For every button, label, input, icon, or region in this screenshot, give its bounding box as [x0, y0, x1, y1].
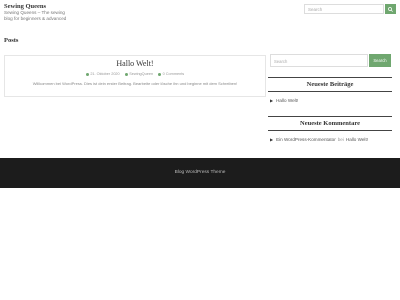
recent-comments-title: Neueste Kommentare	[268, 116, 392, 131]
comment-icon	[158, 72, 162, 76]
post-excerpt: Willkommen bei WordPress. Dies ist dein …	[32, 81, 238, 86]
calendar-icon	[85, 72, 89, 76]
post-meta: 21. Oktober 2020 SewingQueen 0 Comments	[5, 72, 265, 77]
search-icon	[388, 6, 393, 12]
header-search-button[interactable]	[385, 4, 396, 14]
sidebar-search-button[interactable]: Search	[369, 54, 391, 67]
footer-credit[interactable]: Blog WordPress Theme	[0, 170, 400, 175]
comment-connector: bei	[337, 137, 344, 142]
recent-post-item[interactable]: ▶ Hallo Welt!	[270, 97, 392, 104]
chevron-right-icon: ▶	[270, 137, 274, 142]
sidebar-search-input[interactable]: Search	[270, 54, 368, 67]
chevron-right-icon: ▶	[270, 98, 274, 103]
recent-comments-widget: Neueste Kommentare ▶ Ein WordPress-Komme…	[268, 116, 392, 143]
post-comments[interactable]: 0 Comments	[158, 72, 184, 76]
recent-comment-item: ▶ Ein WordPress-Kommentator bei Hallo We…	[270, 136, 392, 143]
post-date[interactable]: 21. Oktober 2020	[85, 72, 120, 76]
site-title[interactable]: Sewing Queens	[4, 3, 46, 10]
post-author-text: SewingQueen	[129, 72, 154, 76]
post-date-text: 21. Oktober 2020	[90, 72, 120, 76]
post-title[interactable]: Hallo Welt!	[5, 59, 265, 68]
post-author[interactable]: SewingQueen	[124, 72, 154, 76]
comment-post-link[interactable]: Hallo Welt!	[346, 136, 368, 143]
site-description: Sewing Queens – The sewing blog for begi…	[4, 10, 67, 21]
header-search-input[interactable]: Search	[304, 4, 384, 14]
post-card: Hallo Welt! 21. Oktober 2020 SewingQueen…	[4, 55, 266, 97]
recent-posts-widget: Neueste Beiträge ▶ Hallo Welt!	[268, 77, 392, 104]
page-title: Posts	[4, 37, 19, 44]
recent-posts-title: Neueste Beiträge	[268, 77, 392, 92]
comment-author-link[interactable]: Ein WordPress-Kommentator	[276, 136, 336, 143]
site-header: Sewing Queens Sewing Queens – The sewing…	[0, 0, 400, 32]
site-footer: Blog WordPress Theme	[0, 158, 400, 188]
recent-post-link[interactable]: Hallo Welt!	[276, 97, 298, 104]
post-comments-text: 0 Comments	[162, 72, 185, 76]
user-icon	[124, 72, 128, 76]
